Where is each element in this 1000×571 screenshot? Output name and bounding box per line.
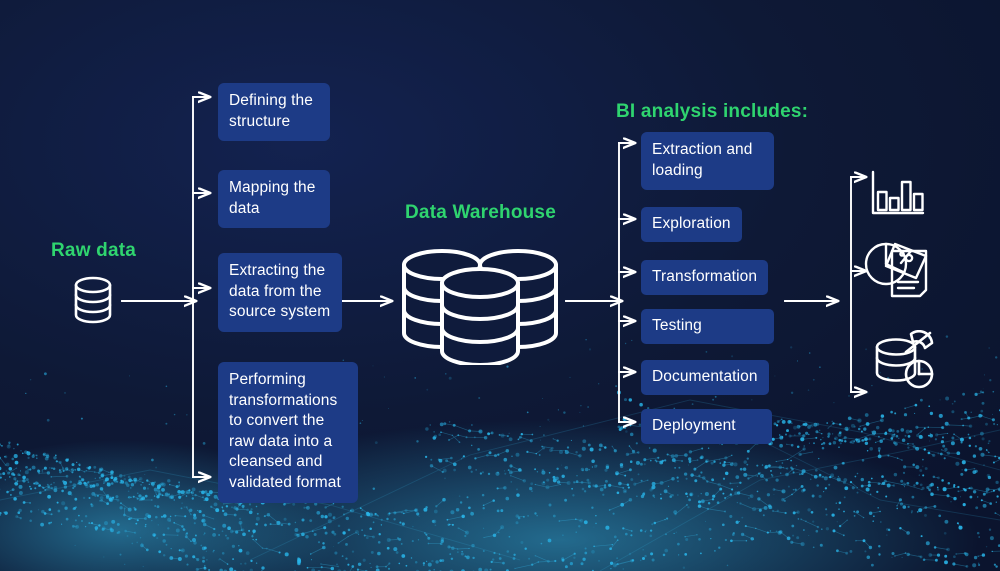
bi-step-box[interactable]: Transformation	[641, 260, 769, 295]
pie-chart-report-icon	[864, 242, 928, 298]
data-mining-icon	[875, 330, 934, 389]
etl-step-box[interactable]: Extracting the data from the source syst…	[218, 253, 342, 332]
data-warehouse-title: Data Warehouse	[405, 202, 556, 223]
bi-step-box[interactable]: Documentation	[641, 360, 769, 395]
bi-step-box[interactable]: Testing	[641, 309, 774, 344]
triple-database-cylinder-icon	[402, 249, 558, 365]
bar-chart-icon	[871, 170, 925, 215]
etl-step-box[interactable]: Mapping the data	[218, 170, 330, 229]
etl-step-box[interactable]: Defining the structure	[218, 83, 330, 142]
bi-step-box[interactable]: Extraction and loading	[641, 132, 774, 191]
bi-step-box[interactable]: Deployment	[641, 409, 772, 444]
etl-step-box[interactable]: Performing transformations to convert th…	[218, 362, 358, 503]
bi-analysis-title: BI analysis includes:	[616, 101, 809, 122]
diagram-canvas: Raw data Defining the structure Mapping …	[0, 0, 1000, 571]
database-cylinder-icon	[74, 276, 112, 324]
raw-data-title: Raw data	[51, 240, 137, 261]
bi-step-box[interactable]: Exploration	[641, 207, 742, 242]
